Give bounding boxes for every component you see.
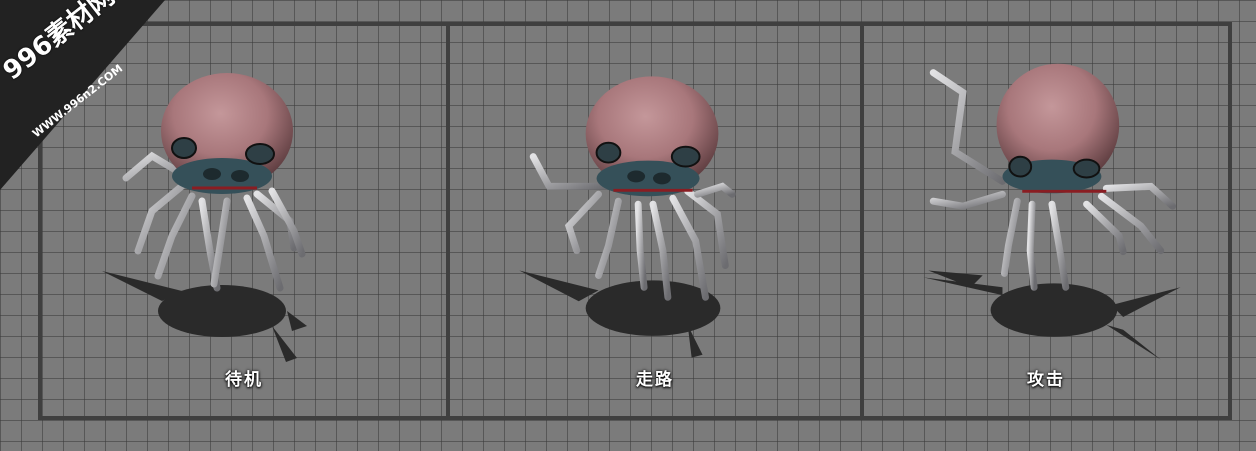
label-attack: 攻击 <box>1027 370 1065 390</box>
panel-attack: 攻击 <box>860 26 1228 416</box>
label-walk: 走路 <box>636 370 674 390</box>
spider-walk-sprite <box>519 76 736 358</box>
spider-body <box>161 73 293 194</box>
label-idle: 待机 <box>225 370 263 390</box>
spider-shadow <box>923 270 1181 360</box>
watermark: 996素材网 WWW.996n2.COM <box>0 0 170 190</box>
spider-shadow <box>519 270 721 358</box>
spider-body <box>585 76 719 197</box>
spider-body <box>996 63 1120 194</box>
spider-attack-sprite <box>923 63 1181 360</box>
panel-walk: 走路 <box>446 26 860 416</box>
